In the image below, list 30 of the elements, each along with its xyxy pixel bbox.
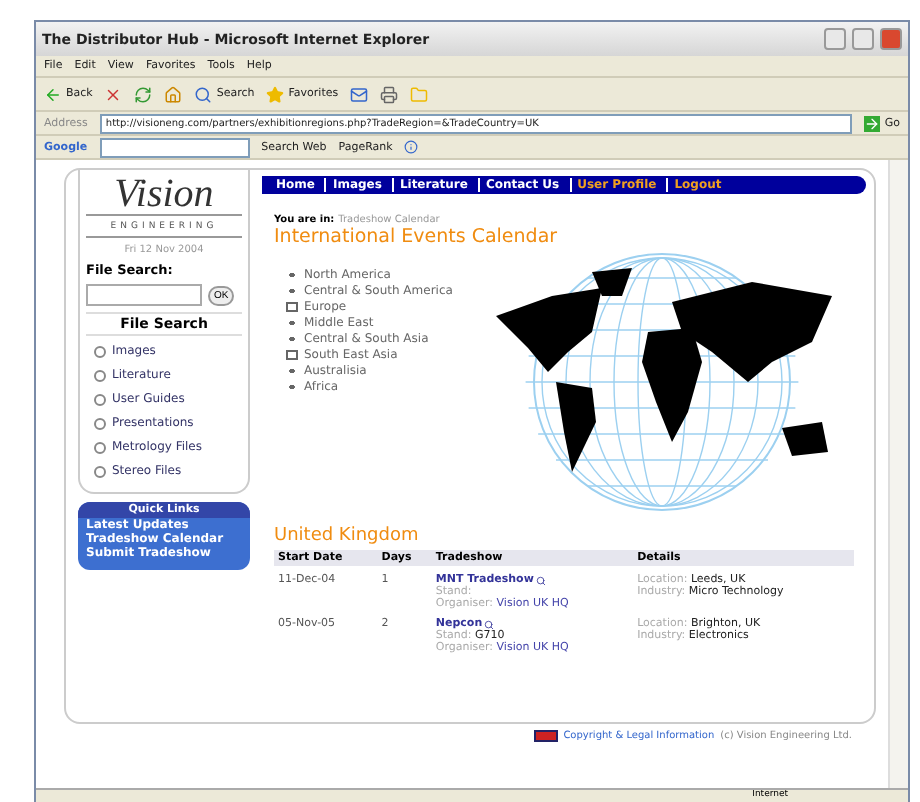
file-search-field[interactable] [86, 284, 202, 306]
flag-icon [533, 730, 558, 742]
page-heading: International Events Calendar [274, 226, 560, 248]
print-icon[interactable] [380, 85, 399, 103]
stop-icon[interactable] [104, 85, 123, 103]
maximize-button[interactable] [852, 28, 874, 50]
info-icon[interactable] [404, 140, 419, 154]
circle-icon [94, 345, 106, 357]
scrollbar[interactable] [888, 160, 908, 788]
circle-icon [94, 417, 106, 429]
star-icon [266, 85, 285, 103]
circle-icon [94, 441, 106, 453]
magnifier-icon [484, 619, 495, 629]
google-search-field[interactable] [99, 137, 250, 157]
mail-icon[interactable] [350, 85, 369, 103]
back-arrow-icon [44, 85, 62, 103]
close-button[interactable] [880, 28, 902, 50]
country-heading: United Kingdom [274, 526, 421, 546]
refresh-icon[interactable] [134, 85, 153, 103]
search-icon [194, 85, 213, 103]
vision-logo: Vision [86, 174, 242, 216]
home-icon[interactable] [164, 85, 183, 103]
circle-icon [94, 369, 106, 381]
folder-icon[interactable] [410, 85, 429, 103]
square-icon [286, 302, 298, 312]
square-icon [286, 350, 298, 360]
magnifier-icon [535, 575, 546, 585]
circle-icon [94, 465, 106, 477]
circle-icon [94, 393, 106, 405]
minimize-button[interactable] [824, 28, 846, 50]
